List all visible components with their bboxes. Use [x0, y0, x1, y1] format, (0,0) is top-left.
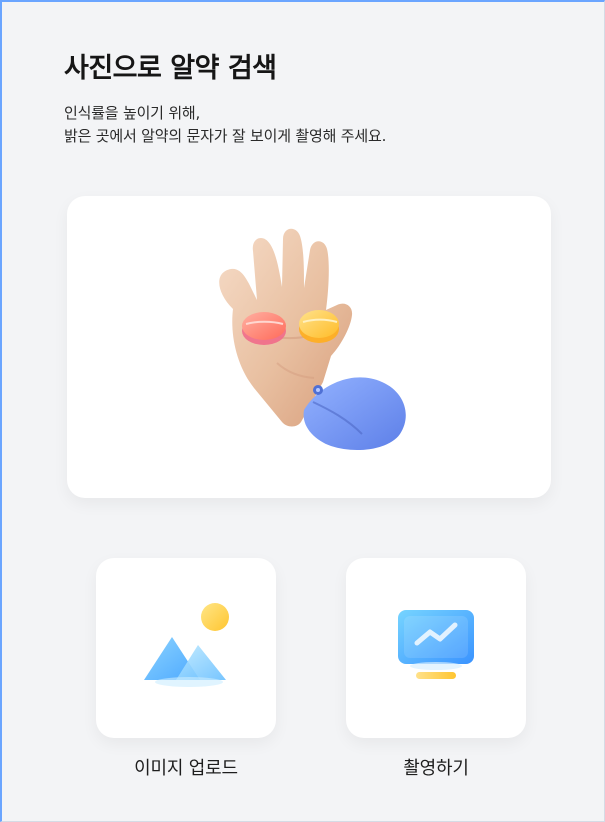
take-photo-label[interactable]: 촬영하기 [346, 754, 526, 780]
image-upload-label[interactable]: 이미지 업로드 [96, 754, 276, 780]
pill-photo-search-screen: 사진으로 알약 검색 인식률을 높이기 위해, 밝은 곳에서 알약의 문자가 잘… [0, 0, 605, 822]
camera-monitor-icon [398, 610, 474, 679]
take-photo-button[interactable] [346, 558, 526, 738]
subtitle-line-2: 밝은 곳에서 알약의 문자가 잘 보이게 촬영해 주세요. [64, 127, 387, 145]
page-title: 사진으로 알약 검색 [64, 53, 277, 84]
image-upload-button[interactable] [96, 558, 276, 738]
hero-card [67, 196, 551, 498]
page-subtitle: 인식률을 높이기 위해, 밝은 곳에서 알약의 문자가 잘 보이게 촬영해 주세… [64, 102, 386, 148]
subtitle-line-1: 인식률을 높이기 위해, [64, 104, 201, 122]
hand-with-pills-icon [219, 228, 406, 450]
image-upload-icon [144, 603, 229, 687]
